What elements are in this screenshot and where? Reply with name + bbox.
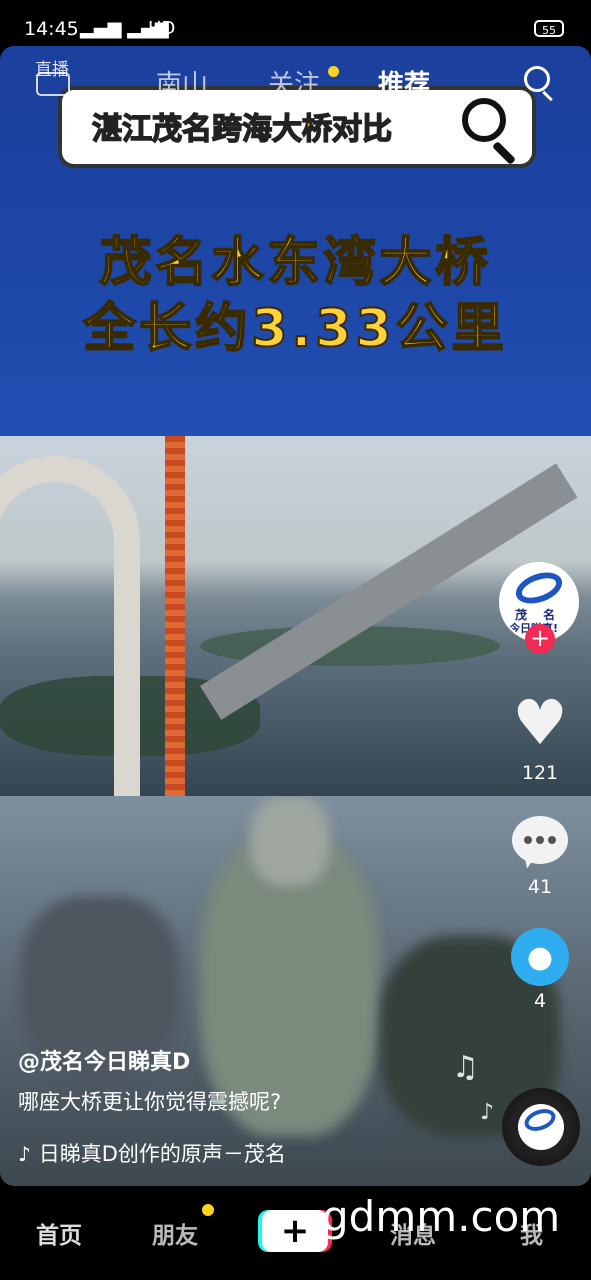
comment-dot [524, 836, 532, 844]
nav-live[interactable]: 直播 [34, 62, 70, 98]
notification-dot [328, 66, 339, 77]
tab-following[interactable]: 关注 [268, 64, 320, 101]
penguin-icon: ● [526, 939, 554, 975]
comment-dot [548, 836, 556, 844]
music-title: 日睇真D创作的原声－茂名 [38, 1142, 286, 1166]
bridge-tower [165, 436, 185, 796]
music-note-icon: ♫ [452, 1050, 479, 1085]
author-name[interactable]: @茂名今日睇真D [18, 1044, 190, 1076]
search-icon[interactable] [524, 66, 550, 92]
like-count: 121 [521, 762, 559, 784]
tab-friends[interactable]: 朋友 [152, 1216, 198, 1250]
status-time: 14:45 [24, 18, 79, 40]
bridge-arch [0, 456, 140, 796]
watermark: gdmm.com [322, 1192, 561, 1241]
avatar-logo [511, 566, 567, 610]
tiktok-note-icon: ♪ [18, 1142, 31, 1166]
status-bar: 14:45 ▂▄▆ ▂▄▆ HD 55 [0, 0, 591, 46]
video-description: 哪座大桥更让你觉得震撼呢? [18, 1090, 282, 1114]
tab-recommended[interactable]: 推荐 [378, 64, 430, 101]
follow-button[interactable]: + [525, 624, 555, 654]
video-title-frame: 湛江茂名跨海大桥对比 茂名水东湾大桥 全长约3.33公里 [0, 46, 591, 436]
music-disc[interactable] [502, 1088, 580, 1166]
like-button[interactable]: ♥ [511, 686, 569, 759]
headline-line2: 全长约3.33公里 [82, 298, 508, 360]
comment-count: 41 [527, 876, 553, 898]
disc-logo [521, 1105, 559, 1135]
magnifier-handle [491, 140, 517, 166]
share-button[interactable]: ● [511, 928, 569, 986]
battery-icon: 55 [534, 20, 564, 37]
comment-dot [536, 836, 544, 844]
notification-dot [202, 1204, 214, 1216]
banner-title: 湛江茂名跨海大桥对比 [91, 111, 393, 148]
music-note-icon: ♪ [480, 1100, 495, 1125]
music-info[interactable]: ♪ 日睇真D创作的原声－茂名 [18, 1138, 286, 1168]
disc-avatar [518, 1104, 564, 1150]
plus-icon: + [280, 1211, 310, 1251]
tab-home[interactable]: 首页 [36, 1216, 82, 1250]
create-button[interactable]: + [262, 1210, 328, 1252]
heart-icon: ♥ [512, 686, 568, 759]
share-count: 4 [533, 990, 547, 1012]
headline-line1: 茂名水东湾大桥 [98, 232, 492, 294]
network-label: HD [148, 18, 176, 39]
tab-nanshan[interactable]: 南山 [156, 64, 208, 101]
magnifier-icon [462, 98, 506, 142]
